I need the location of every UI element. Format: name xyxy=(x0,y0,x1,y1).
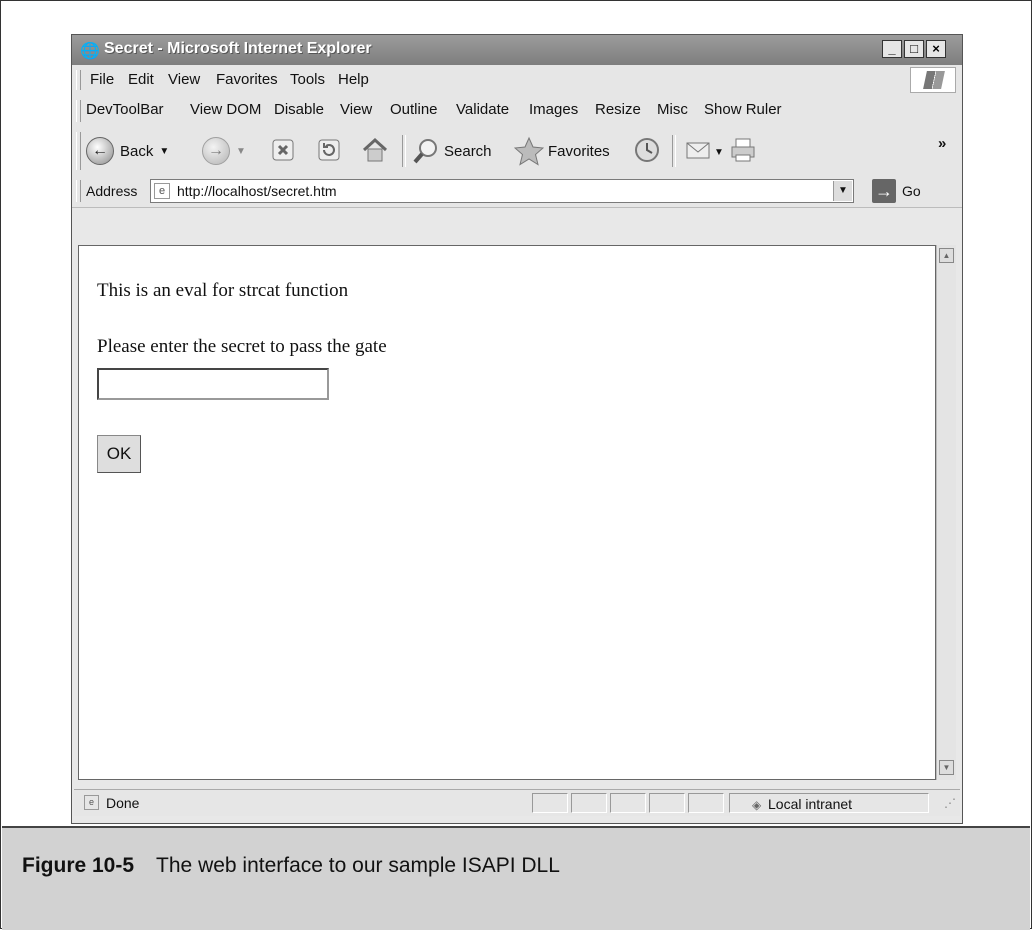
favorites-label: Favorites xyxy=(548,142,610,160)
secret-input[interactable] xyxy=(97,368,329,400)
menu-bar: File Edit View Favorites Tools Help xyxy=(72,65,962,96)
back-dropdown-icon[interactable]: ▼ xyxy=(159,146,169,157)
menu-view[interactable]: View xyxy=(168,71,200,88)
address-label: Address xyxy=(86,183,138,199)
refresh-icon[interactable] xyxy=(314,135,344,165)
toolbar-separator xyxy=(402,135,406,167)
menu-file[interactable]: File xyxy=(90,71,114,88)
windows-logo-icon xyxy=(910,67,956,93)
maximize-button[interactable]: □ xyxy=(904,40,924,58)
status-panel xyxy=(610,793,646,813)
devtool-view[interactable]: View xyxy=(340,101,372,118)
devtool-view-dom[interactable]: View DOM xyxy=(190,101,261,118)
status-text: Done xyxy=(106,795,140,811)
stop-icon[interactable] xyxy=(268,135,298,165)
mail-dropdown-icon[interactable]: ▼ xyxy=(714,147,724,158)
go-arrow-icon[interactable]: → xyxy=(872,179,896,203)
status-panel xyxy=(649,793,685,813)
ie-page-icon: e xyxy=(154,183,170,199)
menu-favorites[interactable]: Favorites xyxy=(216,71,278,88)
address-dropdown-icon[interactable]: ▼ xyxy=(833,181,852,201)
devtoolbar: DevToolBar View DOM Disable View Outline… xyxy=(72,95,962,128)
resize-grip[interactable]: ⋰ xyxy=(944,796,956,810)
toolbar-overflow-chevron[interactable]: » xyxy=(938,135,946,152)
status-bar: e Done ◈ Local intranet ⋰ xyxy=(74,789,960,816)
ok-button[interactable]: OK xyxy=(97,435,141,473)
browser-window: 🌐 Secret - Microsoft Internet Explorer _… xyxy=(71,34,963,824)
back-label: Back xyxy=(120,142,154,160)
figure-caption-text: The web interface to our sample ISAPI DL… xyxy=(156,854,560,877)
devtool-images[interactable]: Images xyxy=(529,101,578,118)
devtool-misc[interactable]: Misc xyxy=(657,101,688,118)
intro-text: This is an eval for strcat function xyxy=(97,280,349,301)
address-url[interactable]: http://localhost/secret.htm xyxy=(177,183,337,199)
back-button[interactable]: ← Back ▼ xyxy=(86,135,169,167)
forward-dropdown-icon[interactable]: ▼ xyxy=(236,146,246,157)
home-icon[interactable] xyxy=(360,135,390,165)
prompt-text: Please enter the secret to pass the gate xyxy=(97,336,387,357)
toolbar-grip[interactable] xyxy=(76,70,81,90)
devtool-outline[interactable]: Outline xyxy=(390,101,438,118)
status-panel xyxy=(688,793,724,813)
menu-help[interactable]: Help xyxy=(338,71,369,88)
zone-label: Local intranet xyxy=(768,796,853,812)
history-icon[interactable] xyxy=(632,135,662,165)
toolbar-separator xyxy=(672,135,676,167)
address-input[interactable]: e http://localhost/secret.htm ▼ xyxy=(150,179,854,203)
favorites-button[interactable]: Favorites xyxy=(514,135,610,167)
standard-toolbar: ← Back ▼ → ▼ Search Favorites ▼ » xyxy=(72,127,962,176)
scroll-up-icon[interactable]: ▲ xyxy=(939,248,954,263)
devtool-validate[interactable]: Validate xyxy=(456,101,509,118)
forward-arrow-icon: → xyxy=(202,137,230,165)
menu-edit[interactable]: Edit xyxy=(128,71,154,88)
toolbar-grip[interactable] xyxy=(76,132,81,170)
go-button[interactable]: Go xyxy=(902,183,921,199)
page-content: This is an eval for strcat function Plea… xyxy=(78,245,936,780)
print-icon[interactable] xyxy=(728,135,758,165)
minimize-button[interactable]: _ xyxy=(882,40,902,58)
devtool-disable[interactable]: Disable xyxy=(274,101,324,118)
figure-caption: Figure 10-5 The web interface to our samp… xyxy=(22,854,560,878)
figure-frame: 🌐 Secret - Microsoft Internet Explorer _… xyxy=(0,0,1032,930)
figure-number: Figure 10-5 xyxy=(22,854,135,877)
devtool-devtoolbar[interactable]: DevToolBar xyxy=(86,101,164,118)
search-label: Search xyxy=(444,142,492,160)
toolbar-grip[interactable] xyxy=(76,100,81,122)
mail-icon[interactable] xyxy=(684,135,714,165)
devtool-resize[interactable]: Resize xyxy=(595,101,641,118)
security-zone: ◈ Local intranet xyxy=(729,793,929,813)
status-panel xyxy=(571,793,607,813)
search-button[interactable]: Search xyxy=(412,135,492,167)
menu-tools[interactable]: Tools xyxy=(290,71,325,88)
vertical-scrollbar[interactable]: ▲ ▼ xyxy=(936,245,956,780)
intranet-icon: ◈ xyxy=(752,798,762,812)
scroll-down-icon[interactable]: ▼ xyxy=(939,760,954,775)
toolbar-grip[interactable] xyxy=(76,180,81,202)
back-arrow-icon: ← xyxy=(86,137,114,165)
figure-caption-bar: Figure 10-5 The web interface to our samp… xyxy=(2,826,1030,930)
close-button[interactable]: × xyxy=(926,40,946,58)
title-bar: 🌐 Secret - Microsoft Internet Explorer _… xyxy=(72,35,962,65)
search-icon xyxy=(413,139,437,164)
status-panel xyxy=(532,793,568,813)
address-bar: Address e http://localhost/secret.htm ▼ … xyxy=(72,175,962,208)
devtool-show-ruler[interactable]: Show Ruler xyxy=(704,101,782,118)
done-page-icon: e xyxy=(84,795,99,810)
window-title: Secret - Microsoft Internet Explorer xyxy=(104,40,372,57)
forward-button[interactable]: → ▼ xyxy=(202,135,246,167)
favorites-star-icon xyxy=(514,136,544,166)
ie-page-icon: 🌐 xyxy=(80,43,100,60)
